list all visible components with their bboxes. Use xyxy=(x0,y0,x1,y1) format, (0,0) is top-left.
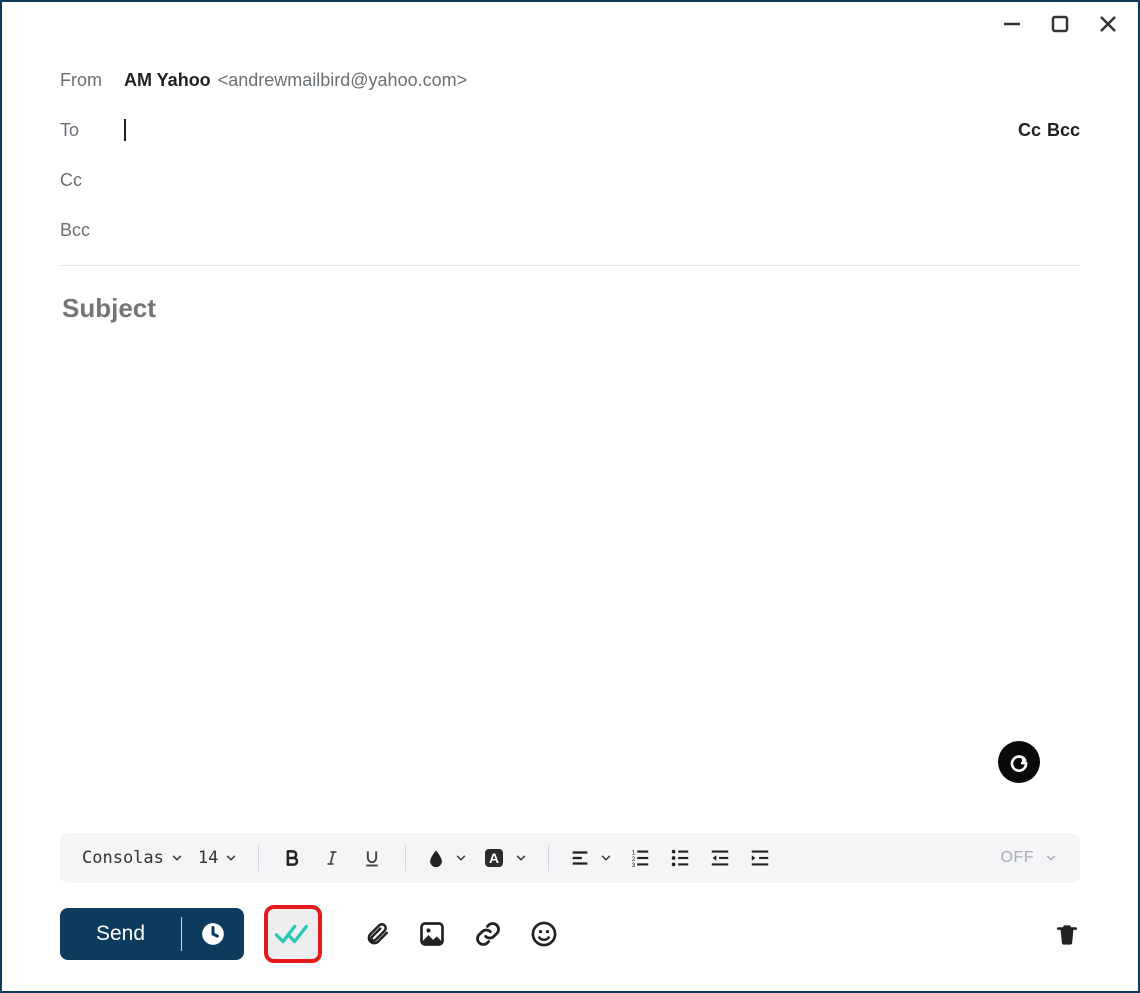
to-row: To Cc Bcc xyxy=(60,105,1080,155)
bottom-action-bar: Send xyxy=(2,883,1138,991)
format-toolbar: Consolas 14 A xyxy=(60,833,1080,883)
font-size-select[interactable]: 14 xyxy=(198,848,238,868)
send-label: Send xyxy=(96,922,145,946)
drop-icon xyxy=(426,847,446,869)
grammarly-icon[interactable] xyxy=(998,741,1040,783)
font-size-value: 14 xyxy=(198,848,218,868)
send-button[interactable]: Send xyxy=(60,908,181,960)
bullet-list-icon xyxy=(669,847,691,869)
maximize-button[interactable] xyxy=(1048,12,1072,36)
indent-icon xyxy=(749,847,771,869)
align-left-icon xyxy=(569,847,591,869)
header-divider xyxy=(60,265,1080,266)
close-button[interactable] xyxy=(1096,12,1120,36)
schedule-send-button[interactable] xyxy=(182,908,244,960)
toolbar-divider xyxy=(548,845,549,871)
clock-icon xyxy=(200,921,226,947)
from-row: From AM Yahoo <andrewmailbird@yahoo.com> xyxy=(60,56,1080,105)
highlight-color-button[interactable]: A xyxy=(482,843,528,873)
trash-icon xyxy=(1054,919,1080,949)
outdent-icon xyxy=(709,847,731,869)
from-email: <andrewmailbird@yahoo.com> xyxy=(218,70,467,90)
chevron-down-icon xyxy=(170,851,184,865)
chevron-down-icon xyxy=(454,851,468,865)
font-family-select[interactable]: Consolas xyxy=(82,848,184,868)
outdent-button[interactable] xyxy=(707,843,733,873)
paperclip-icon xyxy=(364,919,390,949)
font-family-value: Consolas xyxy=(82,848,164,868)
chevron-down-icon xyxy=(1044,851,1058,865)
double-check-icon xyxy=(273,919,313,949)
from-label: From xyxy=(60,70,124,91)
bullet-list-button[interactable] xyxy=(667,843,693,873)
italic-button[interactable] xyxy=(319,843,345,873)
insert-image-button[interactable] xyxy=(418,920,446,948)
link-icon xyxy=(474,920,502,948)
read-receipt-button[interactable] xyxy=(264,905,322,963)
bcc-row: Bcc xyxy=(60,205,1080,255)
cc-label: Cc xyxy=(60,170,124,191)
window-controls xyxy=(1000,12,1120,36)
bcc-input[interactable] xyxy=(124,219,1080,241)
discard-button[interactable] xyxy=(1054,919,1080,949)
numbered-list-button[interactable]: 1 2 3 xyxy=(627,843,653,873)
formatting-off-button[interactable]: OFF xyxy=(1001,849,1059,867)
send-group: Send xyxy=(60,908,244,960)
cc-row: Cc xyxy=(60,155,1080,205)
indent-button[interactable] xyxy=(747,843,773,873)
bcc-toggle[interactable]: Bcc xyxy=(1047,120,1080,141)
emoji-icon xyxy=(530,920,558,948)
from-name: AM Yahoo xyxy=(124,70,211,90)
underline-button[interactable] xyxy=(359,843,385,873)
image-icon xyxy=(418,920,446,948)
bcc-label: Bcc xyxy=(60,220,124,241)
chevron-down-icon xyxy=(224,851,238,865)
bold-button[interactable] xyxy=(279,843,305,873)
subject-input[interactable] xyxy=(60,292,1080,325)
font-color-button[interactable] xyxy=(426,843,468,873)
insert-emoji-button[interactable] xyxy=(530,920,558,948)
svg-text:3: 3 xyxy=(632,862,636,869)
compose-content: From AM Yahoo <andrewmailbird@yahoo.com>… xyxy=(2,2,1138,833)
attach-file-button[interactable] xyxy=(364,919,390,949)
to-input[interactable] xyxy=(124,119,1080,141)
compose-window: From AM Yahoo <andrewmailbird@yahoo.com>… xyxy=(0,0,1140,993)
compose-action-icons xyxy=(364,919,558,949)
align-button[interactable] xyxy=(569,843,613,873)
from-account[interactable]: AM Yahoo <andrewmailbird@yahoo.com> xyxy=(124,70,467,91)
cc-toggle[interactable]: Cc xyxy=(1018,120,1041,141)
toolbar-divider xyxy=(258,845,259,871)
to-label: To xyxy=(60,120,124,141)
message-body[interactable] xyxy=(60,343,1080,813)
svg-text:A: A xyxy=(489,850,499,866)
highlight-icon: A xyxy=(482,846,506,870)
chevron-down-icon xyxy=(514,851,528,865)
toolbar-divider xyxy=(405,845,406,871)
off-label: OFF xyxy=(1001,849,1035,867)
cc-input[interactable] xyxy=(124,169,1080,191)
chevron-down-icon xyxy=(599,851,613,865)
cc-bcc-toggle: Cc Bcc xyxy=(1018,120,1080,141)
insert-link-button[interactable] xyxy=(474,920,502,948)
numbered-list-icon: 1 2 3 xyxy=(629,847,651,869)
minimize-button[interactable] xyxy=(1000,12,1024,36)
subject-row xyxy=(60,288,1080,343)
